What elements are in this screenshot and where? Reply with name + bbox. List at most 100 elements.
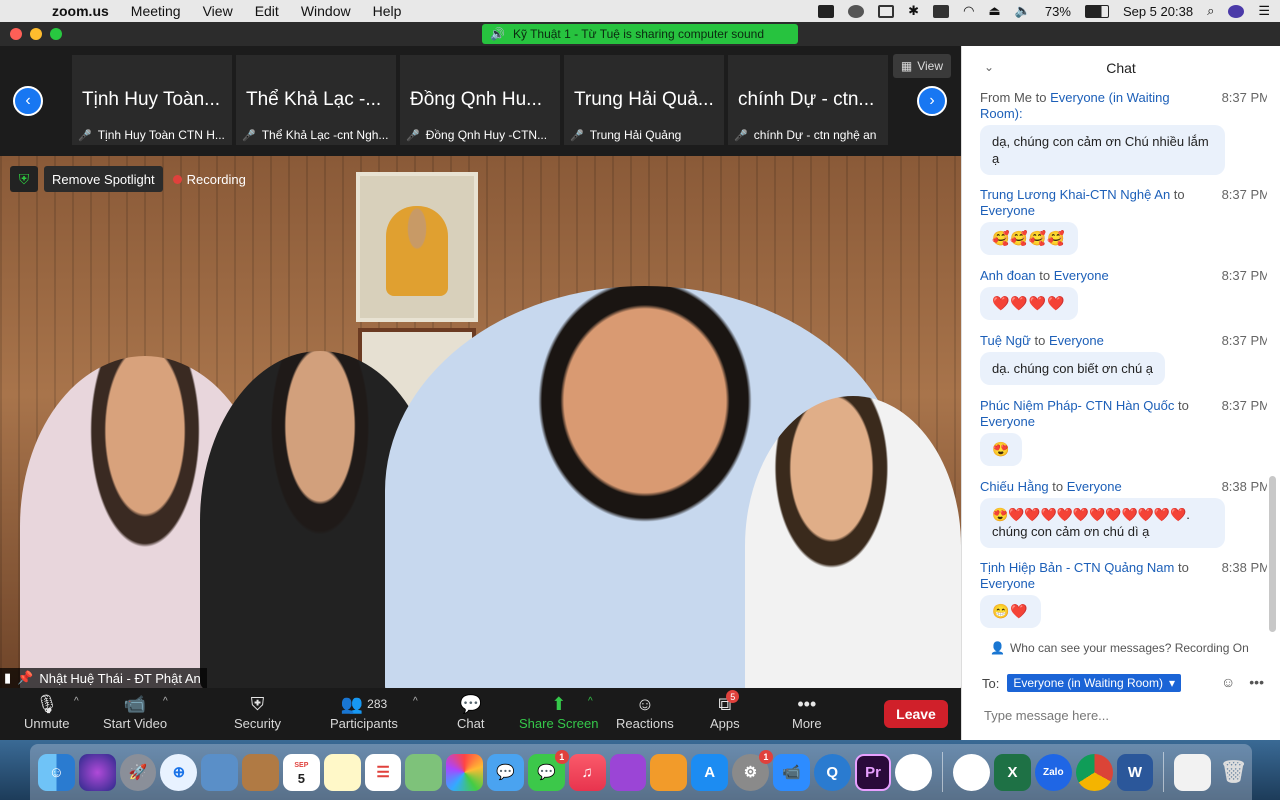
podcasts-icon[interactable] — [609, 753, 647, 791]
previous-page-button[interactable]: ‹ — [13, 86, 43, 116]
leave-meeting-button[interactable]: Leave — [884, 700, 948, 728]
premiere-pro-icon[interactable]: Pr — [854, 753, 892, 791]
safari-icon[interactable]: ⊕ — [160, 753, 198, 791]
document-thumbnail-icon[interactable] — [1174, 753, 1212, 791]
message-sender[interactable]: Tuệ Ngữ — [980, 333, 1031, 348]
notes-icon[interactable] — [323, 753, 361, 791]
chrome-icon[interactable] — [1075, 753, 1113, 791]
more-button[interactable]: ••• More — [792, 692, 822, 732]
app-store-icon[interactable]: A — [691, 753, 729, 791]
participant-thumbnail[interactable]: chính Dự - ctn... 🎤 chính Dự - ctn nghệ a… — [728, 55, 888, 145]
eject-icon[interactable]: ⏏ — [988, 3, 1000, 19]
message-recipient[interactable]: Everyone — [1067, 479, 1122, 494]
siri-icon[interactable] — [78, 753, 116, 791]
zoom-app-icon[interactable]: 📹 — [772, 753, 810, 791]
message-sender[interactable]: Tịnh Hiệp Bản - CTN Quảng Nam — [980, 560, 1174, 575]
menu-help[interactable]: Help — [373, 3, 402, 19]
participant-thumbnail[interactable]: Trung Hải Quả... 🎤 Trung Hải Quảng — [564, 55, 724, 145]
next-page-button[interactable]: › — [917, 86, 947, 116]
reminders-icon[interactable]: ☰ — [364, 753, 402, 791]
chat-button[interactable]: 💬 Chat — [457, 692, 484, 732]
message-sender[interactable]: Chiếu Hằng — [980, 479, 1049, 494]
chat-header: ⌄ Chat — [962, 46, 1280, 90]
remove-spotlight-button[interactable]: Remove Spotlight — [44, 166, 163, 192]
spotlight-video[interactable]: ⛨ Remove Spotlight Recording ▮ 📌 Nhật Hu… — [0, 156, 961, 688]
message-recipient[interactable]: Everyone — [980, 414, 1035, 429]
message-recipient[interactable]: Everyone — [1049, 333, 1104, 348]
input-source-icon[interactable] — [933, 4, 950, 18]
reactions-button[interactable]: ☺ Reactions — [616, 692, 674, 732]
view-layout-button[interactable]: ▦ View — [892, 54, 951, 78]
menu-edit[interactable]: Edit — [255, 3, 279, 19]
menu-view[interactable]: View — [203, 3, 233, 19]
unmute-button[interactable]: 🎙 Unmute — [24, 692, 70, 732]
recipient-dropdown[interactable]: Everyone (in Waiting Room) ▾ — [1007, 674, 1181, 692]
message-sender[interactable]: Phúc Niệm Pháp- CTN Hàn Quốc — [980, 398, 1174, 413]
close-window-button[interactable] — [10, 28, 22, 40]
contacts-icon[interactable] — [242, 753, 279, 791]
video-options-caret[interactable]: ^ — [163, 696, 168, 707]
maps-icon[interactable] — [405, 753, 443, 791]
siri-icon[interactable] — [1228, 4, 1245, 18]
bluetooth-icon[interactable]: ✱ — [908, 3, 919, 19]
quicktime-icon[interactable]: Q — [813, 753, 851, 791]
chat-message-input[interactable] — [976, 702, 1266, 728]
music-icon[interactable]: ♫ — [568, 753, 606, 791]
spotlight-search-icon[interactable]: ⌕ — [1207, 3, 1214, 19]
preview-bird-icon[interactable] — [201, 753, 239, 791]
message-sender[interactable]: Trung Lương Khai-CTN Nghệ An — [980, 187, 1170, 202]
excel-icon[interactable]: X — [994, 753, 1031, 791]
zoom-window-button[interactable] — [50, 28, 62, 40]
message-sender[interactable]: Anh đoan — [980, 268, 1036, 283]
share-options-caret[interactable]: ^ — [588, 696, 593, 707]
emoji-icon[interactable]: ☺ — [1221, 674, 1235, 690]
apps-button[interactable]: ⧉ 5 Apps — [710, 690, 740, 731]
books-icon[interactable] — [650, 753, 688, 791]
recording-indicator[interactable]: Recording — [172, 172, 246, 187]
participant-thumbnail[interactable]: Đồng Qnh Hu... 🎤 Đồng Qnh Huy -CTN... — [400, 55, 560, 145]
battery-icon[interactable] — [1084, 4, 1109, 18]
participant-thumbnail[interactable]: Tịnh Huy Toàn... 🎤 Tịnh Huy Toàn CTN H... — [72, 55, 232, 145]
minimize-window-button[interactable] — [30, 28, 42, 40]
messages-bubble-icon[interactable]: 💬 — [487, 753, 524, 791]
participants-button[interactable]: 👥 283 Participants — [330, 692, 398, 732]
word-icon[interactable]: W — [1116, 753, 1154, 791]
chat-message-list[interactable]: From Me to Everyone (in Waiting Room): 8:… — [962, 90, 1267, 636]
volume-icon[interactable]: 🔈 — [1015, 3, 1031, 19]
messages-icon[interactable]: 💬 1 — [527, 749, 569, 791]
launchpad-icon[interactable]: 🚀 — [119, 753, 157, 791]
green-app-icon-2[interactable] — [953, 753, 991, 791]
chevron-down-icon[interactable]: ⌄ — [984, 60, 994, 74]
message-recipient[interactable]: Everyone — [1054, 268, 1109, 283]
creative-cloud-icon[interactable] — [848, 4, 865, 18]
chat-scrollbar[interactable] — [1269, 476, 1276, 632]
zoom-status-icon[interactable] — [818, 4, 835, 18]
more-options-icon[interactable]: ••• — [1249, 674, 1264, 690]
calendar-icon[interactable]: SEP 5 — [282, 753, 320, 791]
message-recipient[interactable]: Everyone — [980, 203, 1035, 218]
participants-options-caret[interactable]: ^ — [413, 696, 418, 707]
menu-meeting[interactable]: Meeting — [131, 3, 181, 19]
airplay-icon[interactable] — [878, 4, 895, 18]
wifi-icon[interactable]: ◠ — [963, 3, 974, 19]
chat-message: Trung Lương Khai-CTN Nghệ An to Everyone… — [980, 187, 1267, 255]
share-screen-button[interactable]: ⬆ Share Screen — [519, 692, 599, 732]
start-video-button[interactable]: 📹 Start Video — [103, 692, 167, 732]
menu-app-name[interactable]: zoom.us — [52, 3, 109, 19]
message-recipient[interactable]: Everyone — [980, 576, 1035, 591]
menu-window[interactable]: Window — [301, 3, 351, 19]
system-preferences-icon[interactable]: ⚙ 1 — [732, 749, 773, 791]
participant-thumbnail[interactable]: Thể Khả Lạc -... 🎤 Thể Khả Lạc -cnt Ngh..… — [236, 55, 396, 145]
security-button[interactable]: ⛨ Security — [234, 692, 281, 732]
audio-options-caret[interactable]: ^ — [74, 696, 79, 707]
encryption-shield-icon[interactable]: ⛨ — [10, 166, 38, 192]
zalo-icon[interactable]: Zalo — [1034, 753, 1072, 791]
sharing-sound-indicator[interactable]: 🔊 Kỹ Thuật 1 - Từ Tuệ is sharing compute… — [482, 24, 798, 44]
menubar-clock[interactable]: Sep 5 20:38 — [1123, 4, 1193, 19]
photos-icon[interactable] — [446, 753, 484, 791]
who-can-see-link[interactable]: 👤 Who can see your messages? Recording O… — [962, 636, 1280, 660]
green-app-icon[interactable] — [895, 753, 933, 791]
control-center-icon[interactable]: ☰ — [1258, 3, 1270, 19]
finder-icon[interactable]: ☺ — [38, 753, 75, 791]
trash-icon[interactable]: 🗑 — [1215, 754, 1252, 791]
